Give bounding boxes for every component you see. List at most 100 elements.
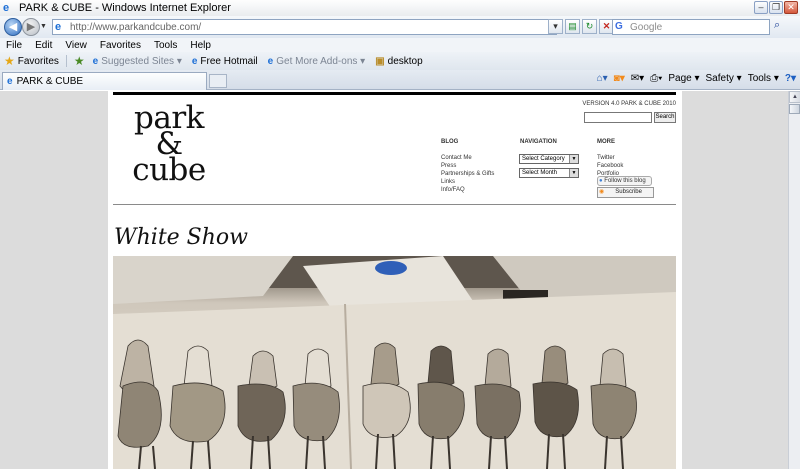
recent-pages-dropdown[interactable]: ▼ — [40, 23, 47, 30]
blog-heading: BLOG — [441, 139, 459, 145]
maximize-button[interactable]: ❐ — [769, 1, 783, 14]
command-bar: ⌂▾ ◙▾ ✉▾ ⎙▾ Page ▾ Safety ▾ Tools ▾ ?▾ — [597, 73, 796, 84]
ie-page-icon: e — [92, 55, 99, 67]
sketch-illustration — [113, 256, 676, 469]
page-menu[interactable]: Page ▾ — [668, 73, 699, 84]
ie-page-icon: e — [267, 55, 274, 67]
scrollbar-thumb[interactable] — [789, 104, 800, 114]
category-select-value: Select Category — [522, 156, 565, 162]
minimize-button[interactable]: – — [754, 1, 768, 14]
fav-suggested-sites-label: Suggested Sites — [101, 55, 175, 67]
feeds-icon[interactable]: ◙▾ — [614, 73, 625, 84]
link-contact-me[interactable]: Contact Me — [441, 154, 494, 162]
dropdown-arrow-icon: ▼ — [569, 169, 578, 177]
address-dropdown-button[interactable]: ▾ — [548, 19, 563, 34]
safety-menu[interactable]: Safety ▾ — [706, 73, 742, 84]
month-select[interactable]: Select Month ▼ — [519, 168, 579, 178]
site-search-input[interactable] — [584, 112, 652, 123]
favorites-star-icon: ★ — [4, 54, 15, 68]
link-links[interactable]: Links — [441, 178, 494, 186]
read-mail-icon[interactable]: ✉▾ — [631, 73, 644, 84]
header-rule — [113, 92, 676, 95]
scroll-up-arrow-icon[interactable]: ▲ — [789, 91, 800, 103]
fav-free-hotmail-label: Free Hotmail — [200, 55, 258, 67]
menu-view[interactable]: View — [65, 40, 87, 51]
window-title: PARK & CUBE - Windows Internet Explorer — [19, 2, 231, 14]
subscribe-button[interactable]: ◉ Subscribe — [597, 187, 654, 198]
blog-links: Contact Me Press Partnerships & Gifts Li… — [441, 154, 494, 194]
tools-menu[interactable]: Tools ▾ — [748, 73, 779, 84]
fav-desktop-label: desktop — [387, 55, 423, 67]
menu-tools[interactable]: Tools — [154, 40, 177, 51]
menu-bar: File Edit View Favorites Tools Help — [0, 38, 800, 52]
category-select[interactable]: Select Category ▼ — [519, 154, 579, 164]
google-icon: G — [615, 21, 623, 32]
tab-label: PARK & CUBE — [16, 76, 84, 87]
link-facebook[interactable]: Facebook — [597, 162, 623, 170]
header-divider — [113, 204, 676, 205]
link-twitter[interactable]: Twitter — [597, 154, 623, 162]
link-press[interactable]: Press — [441, 162, 494, 170]
ie-logo-icon: e — [3, 2, 10, 14]
follow-blog-label: Follow this blog — [604, 178, 646, 184]
fav-get-more-addons-label: Get More Add-ons — [276, 55, 358, 67]
more-heading: MORE — [597, 139, 615, 145]
post-title[interactable]: White Show — [114, 225, 248, 250]
fav-get-more-addons[interactable]: e Get More Add-ons ▾ — [268, 56, 366, 67]
page-menu-label: Page — [668, 73, 692, 84]
month-select-value: Select Month — [522, 170, 558, 176]
follow-blog-button[interactable]: ● Follow this blog — [597, 176, 652, 186]
page-icon: e — [55, 21, 62, 33]
window-controls: – ❐ ✕ — [754, 1, 798, 14]
tools-menu-label: Tools — [747, 73, 772, 84]
navigation-heading: NAVIGATION — [520, 139, 557, 145]
logo-line-cube: cube — [132, 152, 206, 188]
back-button[interactable]: ◀ — [4, 18, 22, 36]
title-bar: e PARK & CUBE - Windows Internet Explore… — [0, 0, 800, 16]
home-icon[interactable]: ⌂▾ — [597, 73, 608, 84]
tab-row: e PARK & CUBE ⌂▾ ◙▾ ✉▾ ⎙▾ Page ▾ Safety … — [0, 70, 800, 90]
menu-favorites[interactable]: Favorites — [100, 40, 141, 51]
help-icon[interactable]: ?▾ — [785, 73, 796, 84]
address-field[interactable]: e http://www.parkandcube.com/ — [52, 19, 557, 35]
fav-suggested-sites[interactable]: e Suggested Sites ▾ — [93, 56, 182, 67]
safety-menu-label: Safety — [705, 73, 734, 84]
address-url[interactable]: http://www.parkandcube.com/ — [70, 22, 201, 33]
divider — [65, 55, 67, 67]
menu-help[interactable]: Help — [190, 40, 211, 51]
favorites-button[interactable]: Favorites — [18, 56, 59, 67]
menu-file[interactable]: File — [6, 40, 22, 51]
version-label: VERSION 4.0 PARK & CUBE 2010 — [582, 101, 676, 107]
post-photo-sketchbook — [113, 256, 676, 469]
site-search-button[interactable]: Search — [654, 112, 676, 123]
site-logo[interactable]: park & cube — [124, 103, 214, 188]
fav-desktop[interactable]: ▣ desktop — [375, 56, 422, 67]
address-bar-row: ◀ ▶ ▼ e http://www.parkandcube.com/ ▾ ▤ … — [0, 16, 800, 38]
forward-button[interactable]: ▶ — [22, 18, 40, 36]
more-links: Twitter Facebook Portfolio — [597, 154, 623, 178]
link-info-faq[interactable]: Info/FAQ — [441, 186, 494, 194]
search-icon[interactable]: ⌕ — [774, 19, 788, 35]
add-to-favorites-icon[interactable]: ★ — [74, 54, 85, 68]
refresh-icon[interactable]: ↻ — [582, 19, 597, 34]
menu-edit[interactable]: Edit — [35, 40, 52, 51]
folder-icon: ▣ — [375, 55, 385, 67]
address-tools: ▾ ▤ ↻ ✕ — [548, 19, 614, 34]
favorites-bar: ★ Favorites ★ e Suggested Sites ▾ e Free H… — [0, 52, 800, 70]
compatibility-view-icon[interactable]: ▤ — [565, 19, 580, 34]
dropdown-arrow-icon: ▼ — [569, 155, 578, 163]
web-page: park & cube VERSION 4.0 PARK & CUBE 2010… — [108, 91, 682, 469]
vertical-scrollbar[interactable]: ▲ — [788, 91, 800, 469]
link-partnerships-gifts[interactable]: Partnerships & Gifts — [441, 170, 494, 178]
print-icon[interactable]: ⎙▾ — [650, 73, 662, 84]
follow-icon: ● — [599, 178, 603, 184]
subscribe-label: Subscribe — [615, 189, 642, 195]
close-button[interactable]: ✕ — [784, 1, 798, 14]
fav-free-hotmail[interactable]: e Free Hotmail — [192, 56, 258, 67]
tab-park-cube[interactable]: e PARK & CUBE — [2, 72, 207, 90]
ie-page-icon: e — [191, 55, 198, 67]
new-tab-button[interactable] — [209, 74, 227, 88]
rss-icon: ◉ — [599, 189, 605, 195]
browser-viewport: park & cube VERSION 4.0 PARK & CUBE 2010… — [0, 91, 788, 469]
search-input[interactable]: G Google — [612, 19, 770, 35]
